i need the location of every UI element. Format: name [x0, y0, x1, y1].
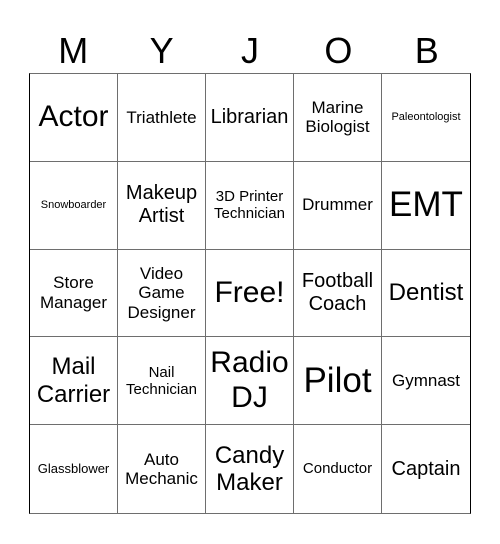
bingo-header: M Y J O B [29, 28, 471, 73]
cell-label: 3D Printer Technician [214, 187, 285, 223]
cell-label: Glassblower [37, 460, 110, 476]
bingo-cell[interactable]: Captain [382, 425, 470, 513]
bingo-cell[interactable]: EMT [382, 162, 470, 250]
cell-label: Actor [38, 100, 109, 134]
bingo-cell[interactable]: Radio DJ [206, 337, 294, 426]
bingo-cell[interactable]: Video Game Designer [118, 249, 206, 338]
bingo-grid: Actor Triathlete Librarian Marine Biolog… [29, 73, 471, 514]
cell-label: Paleontologist [391, 111, 461, 124]
cell-label: Video Game Designer [127, 263, 196, 322]
cell-label: Pilot [303, 360, 372, 400]
cell-label: Captain [391, 457, 461, 480]
bingo-cell[interactable]: Mail Carrier [30, 337, 118, 426]
header-letter-m: M [58, 30, 89, 71]
cell-label: Football Coach [301, 269, 374, 315]
free-space-cell[interactable]: Free! [206, 249, 294, 338]
bingo-cell[interactable]: Gymnast [382, 337, 470, 426]
cell-label: Nail Technician [126, 363, 197, 398]
bingo-cell[interactable]: Triathlete [118, 74, 206, 162]
bingo-cell[interactable]: Actor [30, 74, 118, 162]
bingo-cell[interactable]: Auto Mechanic [118, 425, 206, 513]
cell-label: Triathlete [126, 107, 197, 127]
bingo-cell[interactable]: Dentist [382, 250, 470, 338]
cell-label: Auto Mechanic [125, 449, 198, 489]
cell-label: Marine Biologist [305, 97, 370, 137]
bingo-cell[interactable]: Paleontologist [382, 74, 470, 162]
cell-label: Makeup Artist [125, 182, 198, 228]
bingo-cell[interactable]: Football Coach [294, 249, 382, 338]
bingo-cell[interactable]: Drummer [294, 161, 382, 250]
bingo-cell[interactable]: Conductor [294, 425, 382, 513]
cell-label: Candy Maker [214, 441, 285, 497]
bingo-cell[interactable]: Snowboarder [30, 161, 118, 250]
cell-label: Gymnast [391, 371, 461, 391]
bingo-cell[interactable]: Pilot [294, 337, 382, 426]
bingo-cell[interactable]: Makeup Artist [118, 161, 206, 250]
cell-label: Mail Carrier [36, 353, 111, 408]
bingo-cell[interactable]: Nail Technician [118, 337, 206, 426]
header-letter-j: J [240, 30, 259, 71]
cell-label: EMT [389, 185, 463, 225]
cell-label: Dentist [388, 279, 464, 307]
header-letter-y: Y [149, 30, 174, 71]
cell-label: Snowboarder [40, 198, 107, 211]
cell-label: Store Manager [39, 273, 108, 312]
bingo-cell[interactable]: Candy Maker [206, 425, 294, 513]
cell-label: Free! [214, 275, 285, 309]
bingo-cell[interactable]: Glassblower [30, 425, 118, 513]
bingo-cell[interactable]: Marine Biologist [294, 74, 382, 162]
cell-label: Radio DJ [210, 346, 289, 414]
header-letter-b: B [414, 30, 439, 71]
bingo-cell[interactable]: Store Manager [30, 249, 118, 338]
header-letter-o: O [324, 30, 353, 71]
cell-label: Drummer [302, 195, 373, 215]
cell-label: Librarian [210, 105, 289, 128]
bingo-cell[interactable]: Librarian [206, 74, 294, 162]
cell-label: Conductor [302, 460, 373, 478]
bingo-cell[interactable]: 3D Printer Technician [206, 161, 294, 250]
